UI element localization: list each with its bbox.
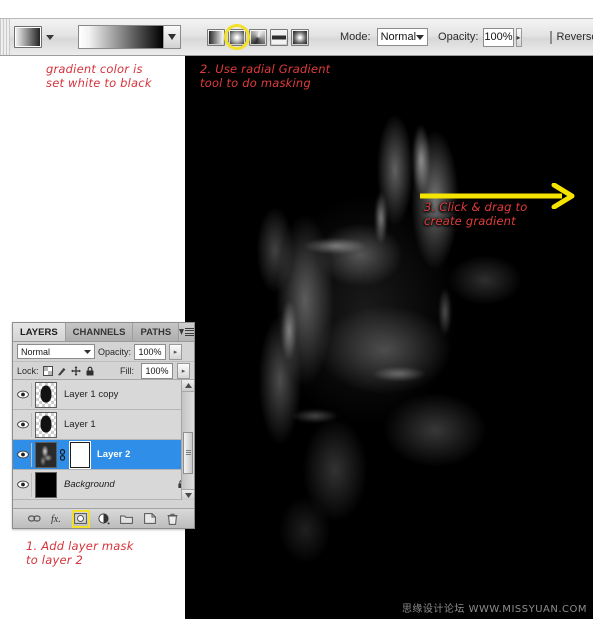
new-group-button[interactable] — [120, 512, 134, 526]
opacity-label: Opacity: — [438, 31, 479, 43]
scrollbar-thumb[interactable] — [183, 432, 193, 474]
linear-gradient-button[interactable] — [207, 28, 225, 46]
blend-mode-select[interactable]: Normal — [376, 28, 429, 46]
new-adjustment-layer-button[interactable] — [97, 512, 111, 526]
panel-opacity-value: 100% — [138, 346, 162, 357]
layer-visibility-toggle[interactable] — [15, 382, 32, 407]
mask-link-icon[interactable] — [58, 448, 67, 461]
gradient-type-buttons — [207, 23, 309, 50]
fill-label: Fill: — [120, 365, 134, 376]
opacity-value: 100% — [484, 31, 513, 43]
layer-thumbnail[interactable] — [35, 441, 57, 468]
layer-visibility-toggle[interactable] — [15, 442, 32, 467]
photoshop-tutorial-screenshot: 思缘设计论坛 WWW.MISSYUAN.COM Mode: Normal Opa… — [0, 0, 593, 619]
tab-layers[interactable]: LAYERS — [13, 323, 66, 341]
layer-style-fx-button[interactable]: fx. — [51, 512, 65, 526]
svg-text:fx.: fx. — [51, 514, 61, 524]
lock-image-icon[interactable] — [57, 366, 67, 376]
radial-gradient-highlight-ring — [224, 23, 250, 50]
layer-name: Layer 1 copy — [64, 389, 119, 400]
panel-opacity-stepper[interactable]: ▸ — [169, 343, 183, 360]
gradient-preview-swatch[interactable] — [79, 26, 164, 48]
layer-thumbnail[interactable] — [35, 381, 57, 408]
table-row[interactable]: Layer 1 copy — [13, 380, 194, 410]
gradient-preset-picker[interactable] — [78, 25, 181, 49]
layers-panel-toolbar: fx. — [13, 508, 194, 528]
panel-opacity-input[interactable]: 100% — [134, 343, 167, 360]
reflected-gradient-button[interactable] — [270, 28, 288, 46]
blend-mode-value: Normal — [380, 31, 417, 43]
layer-blend-mode-select[interactable]: Normal — [17, 344, 95, 359]
smoke-image-highlights — [185, 50, 593, 619]
chevron-down-icon[interactable] — [46, 34, 54, 40]
annotation-gradient-color: gradient color is set white to black — [46, 62, 152, 90]
mode-label: Mode: — [340, 31, 371, 43]
layer-visibility-toggle[interactable] — [15, 412, 32, 437]
lock-transparency-icon[interactable] — [42, 365, 53, 376]
annotation-add-layer-mask: 1. Add layer mask to layer 2 — [26, 539, 134, 567]
annotation-click-drag: 3. Click & drag to create gradient — [424, 200, 528, 228]
reverse-checkbox[interactable] — [549, 30, 552, 44]
layer-name: Background — [64, 479, 115, 490]
site-watermark: 思缘设计论坛 WWW.MISSYUAN.COM — [401, 604, 587, 615]
diamond-gradient-button[interactable] — [291, 28, 309, 46]
gradient-tool-button[interactable] — [14, 26, 54, 48]
fill-value: 100% — [145, 365, 169, 376]
gradient-tool-icon — [14, 26, 42, 48]
eye-icon — [17, 450, 29, 459]
reverse-label: Reverse — [556, 31, 593, 43]
lock-all-icon[interactable] — [85, 366, 95, 376]
new-layer-button[interactable] — [143, 512, 157, 526]
tab-paths[interactable]: PATHS — [133, 323, 180, 341]
panel-opacity-label: Opacity: — [98, 346, 132, 357]
panel-tab-bar: LAYERS CHANNELS PATHS — [13, 323, 195, 342]
layer-name: Layer 2 — [97, 449, 131, 460]
lock-label: Lock: — [17, 365, 39, 376]
layer-list-scrollbar[interactable] — [181, 380, 194, 500]
layer-list[interactable]: Layer 1 copy Layer 1 Layer 2 Background — [13, 380, 194, 500]
chevron-down-icon — [416, 34, 425, 40]
fill-input[interactable]: 100% — [141, 362, 173, 379]
scroll-down-arrow-icon[interactable] — [182, 489, 194, 500]
delete-layer-button[interactable] — [166, 512, 180, 526]
panel-menu-button[interactable] — [179, 323, 199, 341]
table-row[interactable]: Layer 1 — [13, 410, 194, 440]
layer-name: Layer 1 — [64, 419, 96, 430]
table-row[interactable]: Background — [13, 470, 194, 500]
chevron-down-icon — [84, 349, 91, 354]
tab-channels[interactable]: CHANNELS — [65, 323, 134, 341]
blend-row: Normal Opacity: 100% ▸ — [13, 342, 194, 362]
add-layer-mask-button[interactable] — [71, 509, 90, 528]
opacity-input[interactable]: 100% — [483, 27, 514, 47]
triangle-icon — [179, 329, 185, 335]
eye-icon — [17, 390, 29, 399]
layers-panel: LAYERS CHANNELS PATHS Normal Opacity: 10… — [12, 322, 195, 529]
annotation-radial-tool: 2. Use radial Gradient tool to do maskin… — [200, 62, 331, 90]
image-canvas[interactable]: 思缘设计论坛 WWW.MISSYUAN.COM — [185, 50, 593, 619]
table-row[interactable]: Layer 2 — [13, 440, 194, 470]
eye-icon — [17, 480, 29, 489]
fill-stepper[interactable]: ▸ — [177, 362, 190, 379]
eye-icon — [17, 420, 29, 429]
layer-mask-thumbnail[interactable] — [69, 440, 91, 469]
angle-gradient-button[interactable] — [249, 28, 267, 46]
lock-position-icon[interactable] — [70, 365, 81, 376]
scroll-up-arrow-icon[interactable] — [182, 380, 194, 392]
lock-row: Lock: Fill: 100% ▸ — [13, 362, 194, 380]
hamburger-icon — [185, 327, 195, 337]
gradient-preset-dropdown-icon[interactable] — [164, 26, 180, 48]
layer-thumbnail[interactable] — [35, 471, 57, 498]
opacity-stepper[interactable]: ▸ — [515, 27, 522, 47]
link-layers-button[interactable] — [28, 512, 42, 526]
gradient-tool-options-bar: Mode: Normal Opacity: 100% ▸ Reverse — [0, 18, 593, 56]
layer-blend-mode-value: Normal — [21, 346, 51, 357]
layer-visibility-toggle[interactable] — [15, 472, 32, 497]
layer-thumbnail[interactable] — [35, 411, 57, 438]
